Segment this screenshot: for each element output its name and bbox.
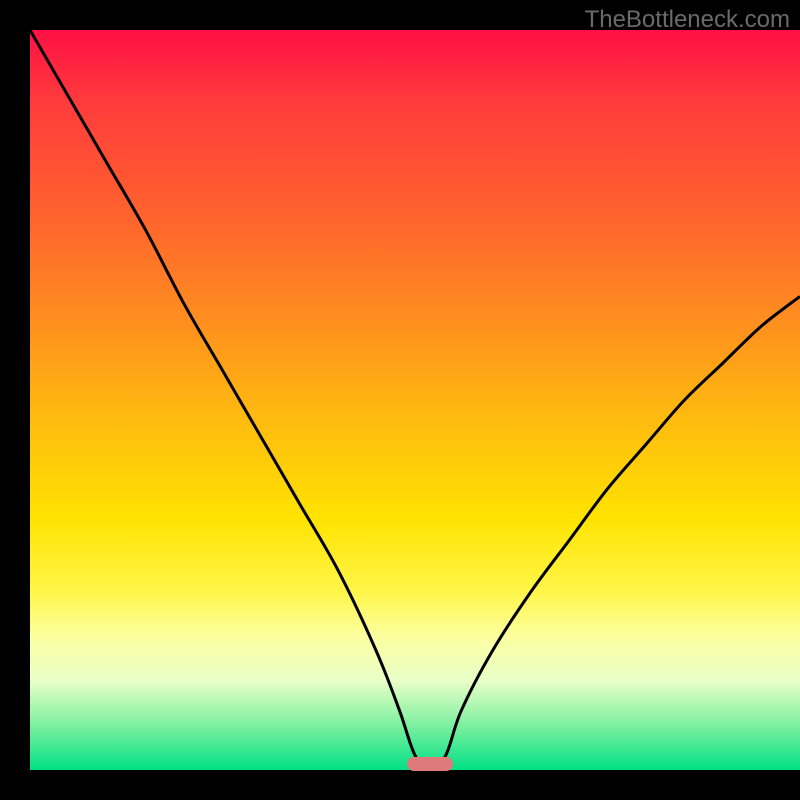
chart-plot-area (30, 30, 800, 770)
watermark-text: TheBottleneck.com (585, 6, 790, 34)
bottleneck-curve-line (30, 30, 800, 770)
chart-curve-svg (30, 30, 800, 770)
optimal-point-marker (407, 757, 453, 771)
